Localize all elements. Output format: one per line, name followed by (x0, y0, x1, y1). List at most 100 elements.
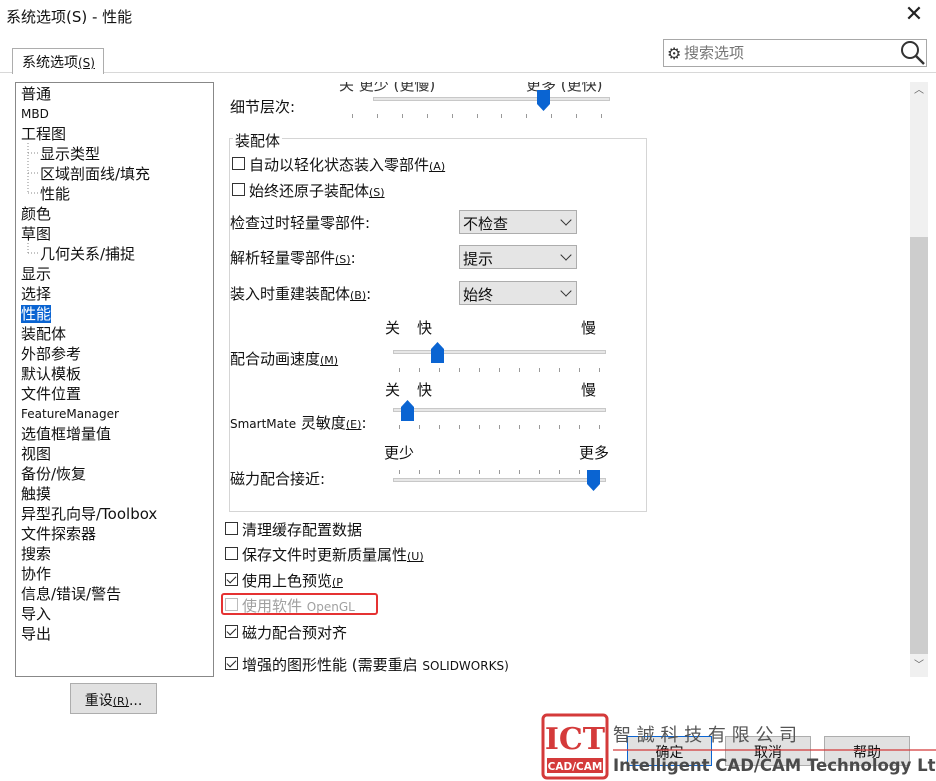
tree-item[interactable]: 几何关系/捕捉 (40, 244, 135, 264)
mate-anim-fast-caption: 快 (417, 319, 433, 337)
tree-item[interactable]: 区域剖面线/填充 (40, 164, 150, 184)
update-mass-properties-label-mnemonic: (U) (407, 550, 424, 563)
tree-item-label: 信息/错误/警告 (21, 585, 122, 603)
tree-item[interactable]: 性能 (21, 304, 52, 324)
tree-item[interactable]: MBD (21, 104, 49, 124)
detail-level-slider-thumb[interactable] (537, 90, 551, 111)
slider-tick (579, 425, 580, 429)
shaded-preview-label: 使用上色预览(P (242, 570, 343, 591)
update-mass-properties-label-text: 保存文件时更新质量属性 (242, 546, 408, 564)
performance-options-panel: 关 更少 (更慢) 更多 (更快) 细节层次: 装配体 自动以轻化状态装入零部件… (221, 82, 926, 677)
rebuild-label-text: 装入时重建装配体 (230, 285, 351, 303)
slider-tick (399, 368, 400, 372)
slider-tick (426, 114, 428, 118)
restore-subassembly-checkbox[interactable] (232, 183, 245, 196)
check-stale-select[interactable]: 不检查 (459, 210, 577, 234)
check-stale-value: 不检查 (463, 215, 509, 233)
close-icon[interactable]: ✕ (903, 2, 925, 27)
mate-anim-slider-thumb[interactable] (430, 342, 444, 363)
slider-tick (601, 114, 602, 118)
rebuild-label: 装入时重建装配体(B): (230, 283, 371, 304)
tree-item[interactable]: 信息/错误/警告 (21, 584, 121, 604)
mate-anim-ticks (399, 368, 600, 372)
search-box[interactable]: ⚙ (663, 39, 927, 67)
slider-tick (526, 114, 528, 118)
scrollbar-thumb[interactable] (910, 237, 928, 654)
tree-item[interactable]: 导出 (21, 624, 51, 644)
options-tree[interactable]: 普通 MBD 工程图 显示类型 区域剖面线/填充 性能 颜色 草图 几何关系/捕捉 显示 选择 性能装… (15, 82, 214, 677)
scroll-up-icon[interactable]: ︿ (910, 82, 928, 100)
smartmate-ticks (399, 425, 600, 429)
slider-tick (419, 470, 420, 474)
search-icon[interactable] (900, 40, 926, 66)
tree-item-label: 区域剖面线/填充 (40, 165, 151, 183)
tree-item[interactable]: 协作 (21, 564, 51, 584)
window-title: 系统选项(S) - 性能 (6, 8, 133, 26)
tree-item-label: 草图 (21, 225, 52, 243)
magnetic-slider-thumb[interactable] (586, 470, 600, 491)
tree-item-label: MBD (21, 107, 49, 121)
smartmate-slider-thumb[interactable] (400, 400, 414, 421)
search-input[interactable] (684, 43, 884, 63)
tree-item-label: 异型孔向导/Toolbox (21, 505, 158, 523)
slider-tick (479, 470, 480, 474)
tree-item[interactable]: 触摸 (21, 484, 51, 504)
tree-item[interactable]: 装配体 (21, 324, 66, 344)
smartmate-slow-caption: 慢 (581, 381, 597, 399)
magnetic-prealign-checkbox[interactable] (225, 625, 238, 638)
resolve-select[interactable]: 提示 (459, 245, 577, 269)
tree-item[interactable]: 异型孔向导/Toolbox (21, 504, 157, 524)
slider-tick (401, 114, 403, 118)
slider-tick (551, 114, 553, 118)
slider-tick (539, 368, 540, 372)
clear-cache-checkbox[interactable] (225, 522, 238, 535)
tree-item[interactable]: 默认模板 (21, 364, 81, 384)
slider-tick (399, 470, 400, 474)
tree-item-label: 工程图 (21, 125, 67, 143)
tree-item[interactable]: 搜索 (21, 544, 51, 564)
slider-tick (439, 425, 440, 429)
tree-item[interactable]: 颜色 (21, 204, 51, 224)
tree-item[interactable]: FeatureManager (21, 404, 119, 424)
tree-item-label: FeatureManager (21, 407, 119, 421)
tree-item[interactable]: 显示类型 (40, 144, 100, 164)
tree-item[interactable]: 性能 (40, 184, 70, 204)
slider-tick (539, 425, 540, 429)
shaded-preview-checkbox[interactable] (225, 573, 238, 586)
tree-item[interactable]: 外部参考 (21, 344, 81, 364)
assembly-group-title: 装配体 (233, 130, 283, 151)
detail-level-label: 细节层次: (230, 98, 296, 116)
content-scrollbar[interactable]: ︿ ﹀ (910, 82, 928, 677)
rebuild-label-mnemonic: (B) (350, 289, 367, 302)
tree-item[interactable]: 选择 (21, 284, 51, 304)
tree-item[interactable]: 文件探索器 (21, 524, 96, 544)
tree-item[interactable]: 视图 (21, 444, 51, 464)
lightweight-checkbox[interactable] (232, 157, 245, 170)
rebuild-select[interactable]: 始终 (459, 281, 577, 305)
slider-tick (576, 114, 578, 118)
reset-button[interactable]: 重设(R)... (70, 683, 157, 714)
gear-icon[interactable]: ⚙ (667, 44, 681, 63)
highlight-box (221, 593, 378, 615)
tree-item[interactable]: 备份/恢复 (21, 464, 86, 484)
mate-anim-label-text: 配合动画速度 (230, 350, 321, 368)
scroll-down-icon[interactable]: ﹀ (910, 657, 928, 675)
tree-item[interactable]: 普通 (21, 84, 51, 104)
smartmate-label: SmartMate 灵敏度(E): (230, 412, 367, 433)
restore-subassembly-label-mnemonic: (S) (369, 186, 385, 199)
tab-system-options[interactable]: 系统选项(S) (12, 48, 104, 74)
tree-item[interactable]: 草图 (21, 224, 51, 244)
tree-item[interactable]: 导入 (21, 604, 51, 624)
enhanced-graphics-checkbox[interactable] (225, 657, 238, 670)
tree-item[interactable]: 文件位置 (21, 384, 81, 404)
tree-item-label: 显示类型 (40, 145, 101, 163)
restore-subassembly-label-text: 始终还原子装配体 (249, 182, 370, 200)
update-mass-properties-checkbox[interactable] (225, 547, 238, 560)
slider-tick (499, 368, 500, 372)
logo-ict-text: ICT (545, 722, 606, 757)
tree-item[interactable]: 工程图 (21, 124, 66, 144)
smartmate-label-text: 灵敏度 (300, 414, 346, 432)
tree-item[interactable]: 显示 (21, 264, 51, 284)
tree-item[interactable]: 选值框增量值 (21, 424, 111, 444)
resolve-label-mnemonic: (S) (335, 253, 351, 266)
